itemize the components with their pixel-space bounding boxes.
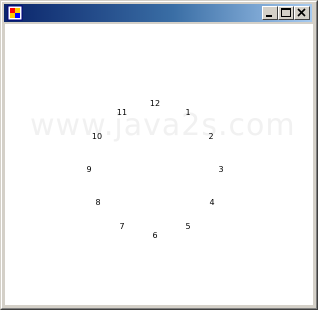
app-window: www.java2s.com 12 1 2 3 4 5 6 7 8 9 10 1…	[0, 0, 318, 310]
hour-label-10: 10	[91, 132, 103, 141]
app-icon[interactable]	[7, 5, 23, 21]
hour-label-9: 9	[86, 165, 92, 174]
close-icon	[297, 8, 306, 17]
hour-label-7: 7	[119, 222, 125, 231]
hour-label-2: 2	[208, 132, 214, 141]
minimize-button[interactable]	[262, 6, 278, 20]
minimize-icon	[266, 15, 272, 17]
hour-label-3: 3	[218, 165, 224, 174]
hour-label-11: 11	[116, 108, 128, 117]
hour-label-1: 1	[185, 108, 191, 117]
hour-label-5: 5	[185, 222, 191, 231]
close-button[interactable]	[294, 6, 310, 20]
hour-label-4: 4	[209, 198, 215, 207]
hour-label-12: 12	[149, 99, 161, 108]
title-bar[interactable]	[4, 4, 312, 22]
hour-label-8: 8	[95, 198, 101, 207]
clock-face: 12 1 2 3 4 5 6 7 8 9 10 11	[5, 24, 313, 305]
maximize-button[interactable]	[278, 6, 294, 20]
client-area: www.java2s.com 12 1 2 3 4 5 6 7 8 9 10 1…	[5, 24, 313, 305]
hour-label-6: 6	[152, 231, 158, 240]
maximize-icon	[281, 8, 291, 17]
